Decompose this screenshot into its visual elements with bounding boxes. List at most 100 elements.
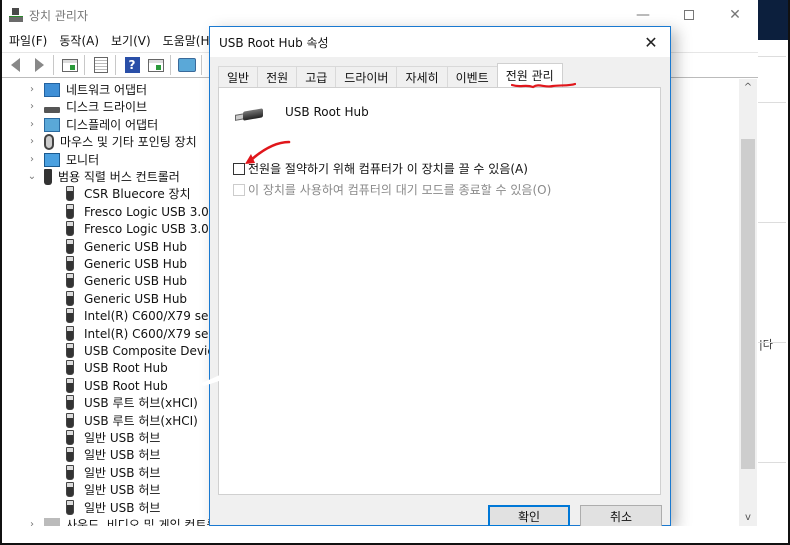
scan-hardware-button[interactable] <box>176 55 198 75</box>
tree-device-label: USB 루트 허브(xHCI) <box>84 414 198 428</box>
power-management-panel: USB Root Hub 전원을 절약하기 위해 컴퓨터가 이 장치를 끌 수 … <box>218 87 661 495</box>
chevron-right-icon[interactable]: › <box>26 101 38 112</box>
display-adapter-icon <box>44 117 60 132</box>
usb-device-icon <box>66 360 74 375</box>
tree-device-item[interactable]: USB Root Hub <box>66 377 168 394</box>
action-pane-icon <box>148 58 164 72</box>
usb-device-icon <box>66 291 74 306</box>
tree-device-item[interactable]: 일반 USB 허브 <box>66 429 160 446</box>
tab-advanced[interactable]: 고급 <box>296 66 337 87</box>
tab-driver[interactable]: 드라이버 <box>335 66 398 87</box>
divider <box>758 102 786 103</box>
tree-device-label: USB Composite Device <box>84 343 222 358</box>
scroll-down-button[interactable]: v <box>739 509 757 526</box>
chevron-right-icon[interactable]: › <box>26 119 38 130</box>
properties-button[interactable] <box>90 55 112 75</box>
tree-device-label: 일반 USB 허브 <box>84 431 161 445</box>
divider <box>758 342 786 343</box>
arrow-right-icon <box>34 58 44 72</box>
tree-device-item[interactable]: Generic USB Hub <box>66 255 187 272</box>
tree-device-item[interactable]: USB 루트 허브(xHCI) <box>66 394 198 411</box>
action-pane-button[interactable] <box>145 55 167 75</box>
tree-device-label: 일반 USB 허브 <box>84 466 161 480</box>
tree-device-item[interactable]: 일반 USB 허브 <box>66 464 160 481</box>
tree-device-item[interactable]: USB Composite Device <box>66 342 221 359</box>
usb-plug-icon <box>235 108 263 122</box>
tree-device-label: USB 루트 허브(xHCI) <box>84 396 198 410</box>
ok-button[interactable]: 확인 <box>488 505 570 527</box>
tree-device-item[interactable]: USB Root Hub <box>66 359 168 376</box>
usb-device-icon <box>66 256 74 271</box>
usb-device-icon <box>66 273 74 288</box>
red-arrow-annotation <box>245 140 291 164</box>
monitor-icon <box>44 152 60 167</box>
maximize-button[interactable] <box>666 0 712 30</box>
tree-device-item[interactable]: Fresco Logic USB 3.0 확 <box>66 220 224 237</box>
tree-device-item[interactable]: Generic USB Hub <box>66 238 187 255</box>
tree-device-item[interactable]: 일반 USB 허브 <box>66 499 160 516</box>
toolbar-separator <box>170 55 171 75</box>
tree-device-label: Fresco Logic USB 3.0 확 <box>84 222 224 236</box>
menu-view[interactable]: 보기(V) <box>105 32 157 49</box>
tree-device-label: Generic USB Hub <box>84 239 188 254</box>
tree-device-item[interactable]: USB 루트 허브(xHCI) <box>66 412 198 429</box>
back-button[interactable] <box>4 55 26 75</box>
tree-category-label: 디스크 드라이브 <box>66 100 148 114</box>
tree-category[interactable]: › 디스크 드라이브 <box>26 98 147 115</box>
tab-power[interactable]: 전원 <box>257 66 298 87</box>
chevron-right-icon[interactable]: › <box>26 136 38 147</box>
scroll-thumb[interactable] <box>741 139 755 469</box>
cancel-button[interactable]: 취소 <box>580 505 662 527</box>
chevron-right-icon[interactable]: › <box>26 519 38 526</box>
chevron-right-icon[interactable]: › <box>26 84 38 95</box>
tree-device-item[interactable]: Intel(R) C600/X79 series <box>66 325 230 342</box>
divider <box>758 222 786 223</box>
tree-scrollbar[interactable]: ^ v <box>739 79 757 526</box>
close-button[interactable]: ✕ <box>712 0 758 30</box>
divider <box>758 462 786 463</box>
usb-controller-icon <box>44 168 52 185</box>
usb-device-icon <box>66 308 74 323</box>
tree-category[interactable]: › 네트워크 어댑터 <box>26 81 147 98</box>
tree-device-label: USB Root Hub <box>84 360 168 375</box>
tree-category[interactable]: › 모니터 <box>26 151 99 168</box>
divider <box>758 56 786 57</box>
tab-details[interactable]: 자세히 <box>396 66 448 87</box>
tree-device-item[interactable]: Fresco Logic USB 3.0 확 <box>66 203 224 220</box>
tree-device-item[interactable]: Generic USB Hub <box>66 290 187 307</box>
allow-wake-label: 이 장치를 사용하여 컴퓨터의 대기 모드를 종료할 수 있음(O) <box>248 183 552 197</box>
background-window-titlebar <box>758 0 790 40</box>
chevron-down-icon[interactable]: ⌄ <box>26 171 38 182</box>
usb-device-icon <box>66 465 74 480</box>
tree-category[interactable]: › 사운드, 비디오 및 게임 컨트롤러 <box>26 516 229 526</box>
tab-events[interactable]: 이벤트 <box>446 66 498 87</box>
tree-device-item[interactable]: CSR Bluecore 장치 <box>66 185 191 202</box>
tree-category-label: 디스플레이 어댑터 <box>66 118 159 132</box>
toolbar-separator <box>84 55 85 75</box>
forward-button[interactable] <box>28 55 50 75</box>
menu-file[interactable]: 파일(F) <box>0 32 53 49</box>
tree-category-label: 사운드, 비디오 및 게임 컨트롤러 <box>66 518 229 526</box>
console-tree-button[interactable] <box>59 55 81 75</box>
red-underline-annotation <box>511 82 576 89</box>
tree-device-label: Generic USB Hub <box>84 256 188 271</box>
tree-device-item[interactable]: Generic USB Hub <box>66 272 187 289</box>
network-adapter-icon <box>44 82 60 97</box>
tree-category[interactable]: ⌄ 범용 직렬 버스 컨트롤러 <box>26 168 180 185</box>
help-button[interactable]: ? <box>121 55 143 75</box>
scroll-up-button[interactable]: ^ <box>739 79 757 96</box>
dialog-close-button[interactable]: ✕ <box>636 27 666 57</box>
chevron-right-icon[interactable]: › <box>26 154 38 165</box>
usb-device-icon <box>66 239 74 254</box>
allow-wake-option: 이 장치를 사용하여 컴퓨터의 대기 모드를 종료할 수 있음(O) <box>233 181 551 198</box>
menu-action[interactable]: 동작(A) <box>53 32 105 49</box>
scan-hardware-icon <box>178 58 196 72</box>
tree-device-item[interactable]: Intel(R) C600/X79 series <box>66 307 230 324</box>
tree-device-item[interactable]: 일반 USB 허브 <box>66 481 160 498</box>
usb-device-icon <box>66 395 74 410</box>
tab-general[interactable]: 일반 <box>218 66 259 87</box>
tree-device-item[interactable]: 일반 USB 허브 <box>66 446 160 463</box>
tree-category[interactable]: › 마우스 및 기타 포인팅 장치 <box>26 133 197 150</box>
usb-device-icon <box>66 186 74 201</box>
tree-category[interactable]: › 디스플레이 어댑터 <box>26 116 158 133</box>
